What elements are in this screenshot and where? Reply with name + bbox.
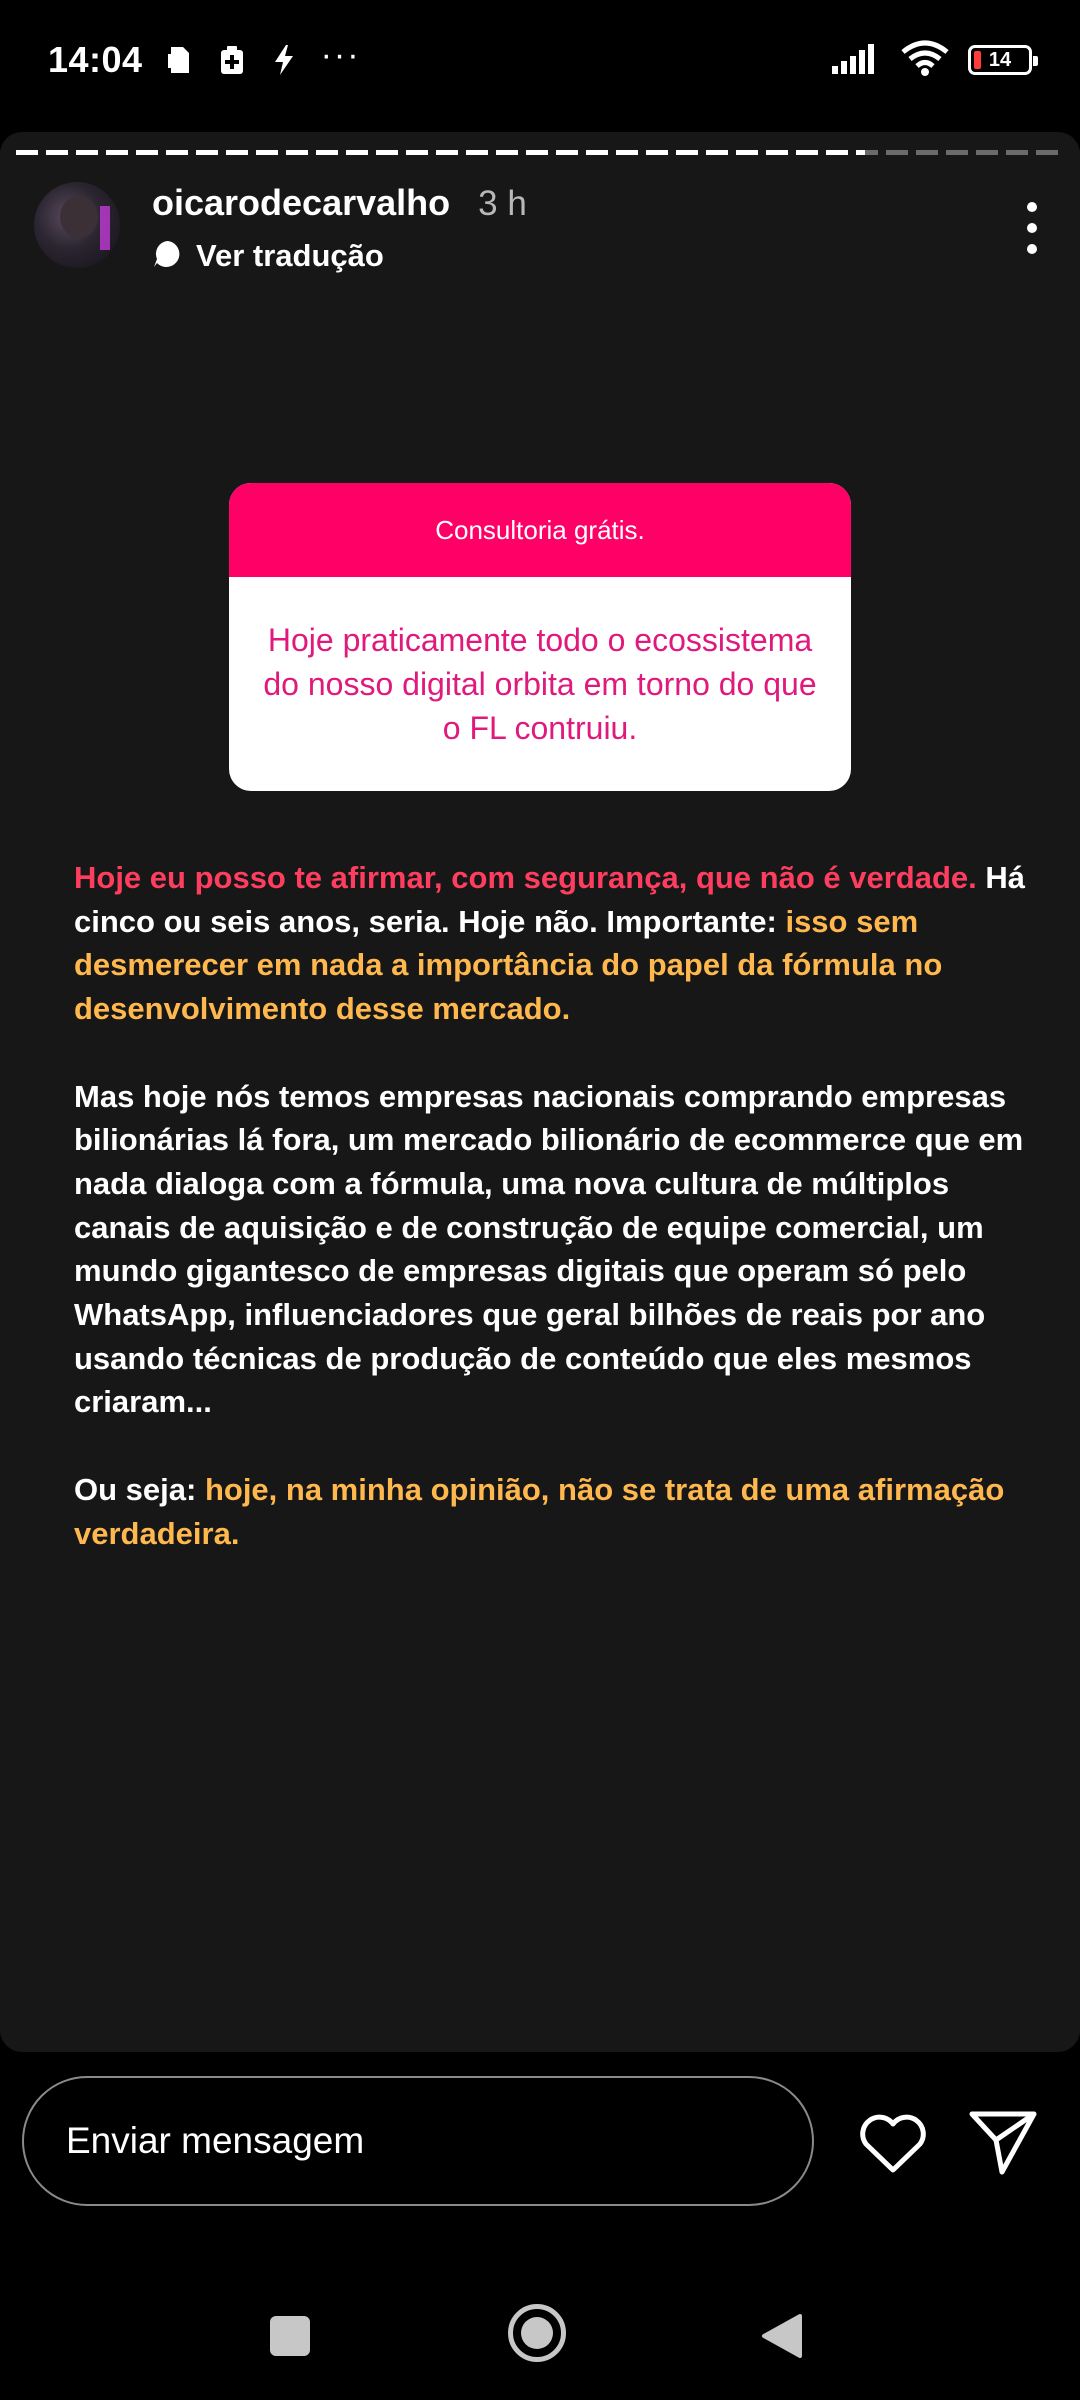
avatar[interactable] [34,182,120,268]
translate-button[interactable]: Ver tradução [152,238,527,274]
send-icon[interactable] [968,2108,1038,2176]
message-input[interactable]: Enviar mensagem [22,2076,814,2206]
status-right: 14 [832,40,1038,81]
status-time: 14:04 [48,39,143,80]
sticker-answer: Hoje praticamente todo o ecossistema do … [263,622,817,746]
medical-kit-icon [217,43,247,77]
battery-level: 14 [988,48,1012,71]
reply-bar: Enviar mensagem [0,2076,1080,2206]
header-text: oicarodecarvalho 3 h Ver tradução [152,182,527,274]
question-sticker: Consultoria grátis. Hoje praticamente to… [229,483,851,791]
wifi-icon [900,40,950,81]
p3-yellow: hoje, na minha opinião, não se trata de … [74,1471,1005,1551]
progress-fill [16,150,865,155]
paragraph-2: Mas hoje nós temos empresas nacionais co… [74,1078,1024,1420]
time-ago: 3 h [478,184,527,223]
heart-icon[interactable] [858,2112,928,2174]
battery-icon: 14 [968,45,1038,75]
paragraph-1: Hoje eu posso te afirmar, com segurança,… [74,856,1034,1031]
p1-red: Hoje eu posso te afirmar, com segurança,… [74,860,977,895]
sticker-title: Consultoria grátis. [435,514,645,545]
system-nav-bar [0,2280,1080,2390]
sim-card-icon [165,43,195,77]
sticker-body: Hoje praticamente todo o ecossistema do … [229,577,851,791]
circle-icon[interactable] [508,2304,566,2362]
triangle-back-icon[interactable] [760,2312,804,2360]
translate-label: Ver tradução [196,238,384,273]
story-text: Hoje eu posso te afirmar, com segurança,… [74,856,1034,1599]
more-notifications-icon: ··· [320,35,361,74]
signal-icon [832,42,882,79]
header-row: oicarodecarvalho 3 h [152,182,527,224]
story-viewer[interactable]: oicarodecarvalho 3 h Ver tradução Consul… [0,132,1080,2052]
message-placeholder: Enviar mensagem [66,2120,365,2161]
battery-fill [974,51,981,69]
story-header: oicarodecarvalho 3 h Ver tradução [34,182,1050,282]
translate-bubble-icon [152,239,182,274]
flash-icon [269,43,299,77]
sticker-header: Consultoria grátis. [229,483,851,577]
paragraph-3: Ou seja: hoje, na minha opinião, não se … [74,1468,1034,1555]
status-left: 14:04 ··· [48,35,361,81]
p3-white: Ou seja: [74,1471,197,1507]
square-icon[interactable] [270,2316,310,2356]
story-progress-bar [16,150,1064,155]
username[interactable]: oicarodecarvalho [152,182,450,224]
more-options-icon[interactable] [1014,202,1050,254]
status-bar: 14:04 ··· 14 [0,0,1080,120]
